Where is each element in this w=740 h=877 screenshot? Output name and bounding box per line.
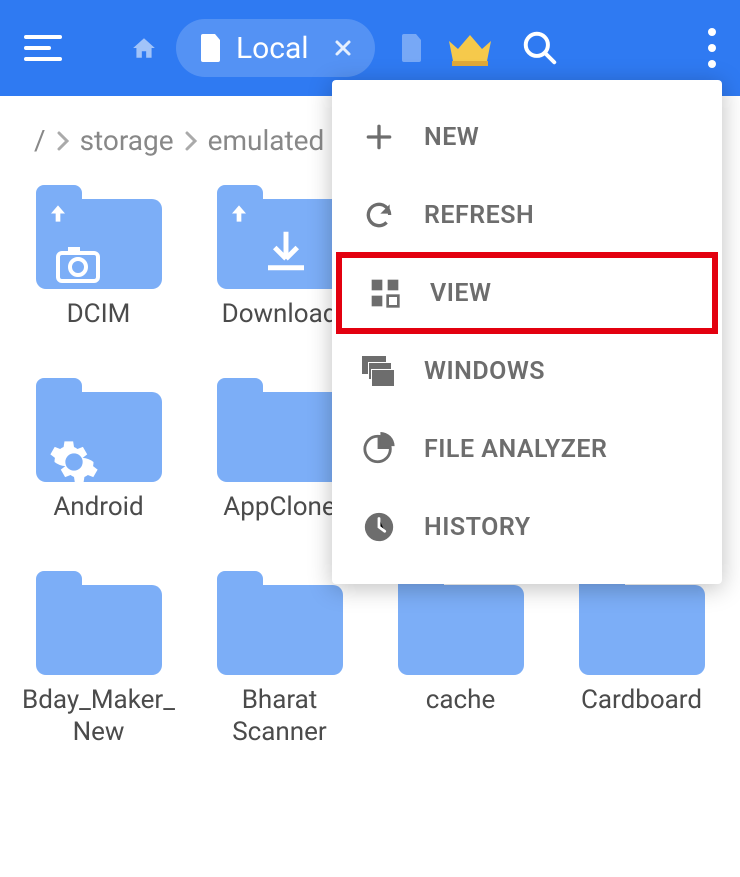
folder-item[interactable]: cache — [374, 571, 547, 747]
menu-item-label: FILE ANALYZER — [424, 435, 607, 464]
overflow-dropdown: NEW REFRESH VIEW WINDOWS — [332, 80, 722, 584]
overflow-menu-icon[interactable] — [708, 28, 716, 68]
menu-item-label: WINDOWS — [424, 357, 545, 386]
hamburger-icon[interactable] — [24, 35, 62, 61]
folder-label: Download — [222, 299, 338, 330]
menu-item-file-analyzer[interactable]: FILE ANALYZER — [332, 410, 722, 488]
home-icon[interactable] — [130, 35, 158, 61]
refresh-icon — [360, 196, 398, 234]
folder-icon — [217, 378, 343, 482]
folder-item[interactable]: Android — [12, 378, 185, 523]
menu-item-new[interactable]: NEW — [332, 98, 722, 176]
menu-item-windows[interactable]: WINDOWS — [332, 332, 722, 410]
folder-label: AppClone — [223, 492, 335, 523]
close-tab-icon[interactable] — [333, 38, 353, 58]
menu-item-refresh[interactable]: REFRESH — [332, 176, 722, 254]
folder-item[interactable]: DCIM — [12, 185, 185, 330]
chevron-right-icon — [56, 131, 70, 151]
folder-item[interactable]: Bday_Maker_New — [12, 571, 185, 747]
breadcrumb-segment[interactable]: storage — [80, 124, 174, 157]
menu-item-label: HISTORY — [424, 513, 531, 542]
folder-icon — [398, 571, 524, 675]
sd-card-dim-icon[interactable] — [399, 34, 423, 62]
search-icon[interactable] — [521, 29, 559, 67]
folder-label: Android — [53, 492, 143, 523]
premium-crown-icon[interactable] — [447, 33, 491, 63]
folder-icon — [36, 571, 162, 675]
grid-view-icon — [366, 274, 404, 312]
location-tab-label: Local — [236, 31, 309, 66]
location-tab[interactable]: Local — [176, 19, 375, 77]
pie-chart-icon — [360, 430, 398, 468]
sd-card-icon — [198, 34, 222, 62]
folder-label: Cardboard — [581, 685, 702, 716]
clock-icon — [360, 508, 398, 546]
menu-item-history[interactable]: HISTORY — [332, 488, 722, 566]
folder-label: cache — [426, 685, 495, 716]
menu-item-label: REFRESH — [424, 201, 534, 230]
menu-item-view[interactable]: VIEW — [338, 254, 716, 332]
folder-icon — [217, 571, 343, 675]
chevron-right-icon — [184, 131, 198, 151]
menu-item-label: VIEW — [430, 279, 491, 308]
folder-icon — [579, 571, 705, 675]
folder-item[interactable]: Bharat Scanner — [193, 571, 366, 747]
folder-label: Bday_Maker_New — [14, 685, 184, 747]
windows-icon — [360, 352, 398, 390]
folder-item[interactable]: Cardboard — [555, 571, 728, 747]
folder-icon — [36, 378, 162, 482]
folder-icon — [217, 185, 343, 289]
breadcrumb-segment[interactable]: emulated — [208, 124, 325, 157]
breadcrumb-root[interactable]: / — [34, 124, 46, 157]
folder-icon — [36, 185, 162, 289]
plus-icon — [360, 118, 398, 156]
folder-label: Bharat Scanner — [195, 685, 365, 747]
menu-item-label: NEW — [424, 123, 479, 152]
folder-label: DCIM — [67, 299, 131, 330]
